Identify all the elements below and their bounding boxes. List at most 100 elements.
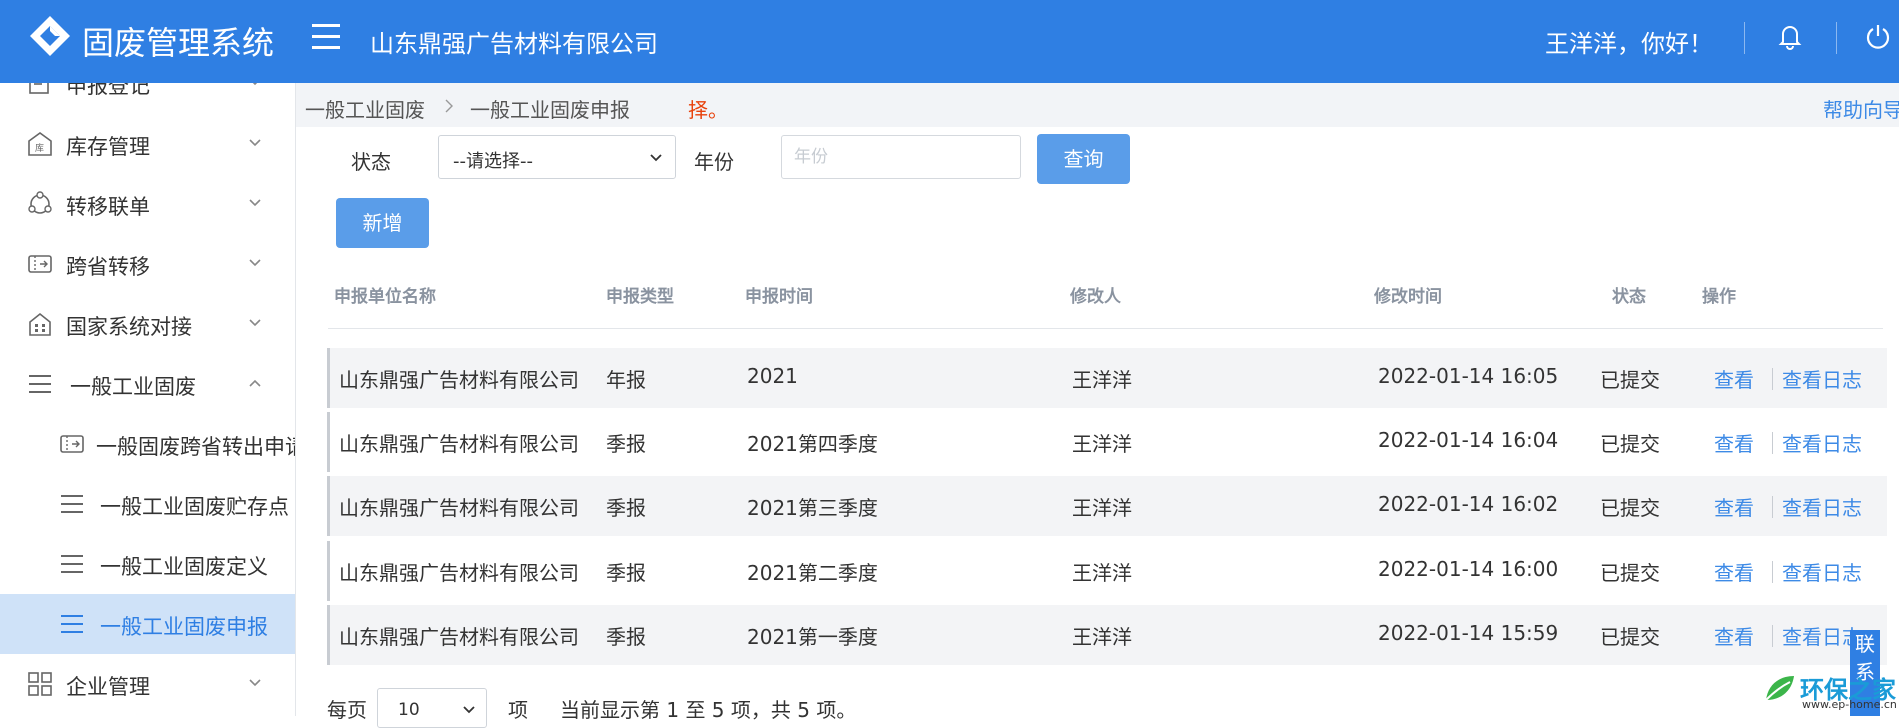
cell-modifier: 王洋洋 — [1072, 496, 1132, 520]
add-button[interactable]: 新增 — [336, 198, 429, 248]
link-divider — [1772, 496, 1773, 518]
cell-type: 年报 — [606, 368, 646, 392]
table-row: 山东鼎强广告材料有限公司 季报 2021第四季度 王洋洋 2022-01-14 … — [327, 412, 1887, 472]
sidebar-item-label: 企业管理 — [66, 675, 150, 699]
warehouse-icon: 库 — [28, 132, 52, 156]
breadcrumb: 一般工业固废 一般工业固废申报 择。 帮助向导 — [296, 83, 1899, 127]
chevron-down-icon — [249, 319, 261, 327]
sidebar-item-label: 申报登记 — [66, 83, 150, 98]
view-link[interactable]: 查看 — [1714, 364, 1754, 393]
watermark-url: www.ep-home.cn — [1802, 698, 1897, 711]
breadcrumb-item: 一般工业固废申报 — [470, 98, 630, 122]
menu-toggle-icon[interactable] — [312, 24, 340, 50]
list-icon — [61, 555, 83, 573]
view-log-link[interactable]: 查看日志 — [1782, 428, 1862, 457]
link-divider — [1772, 625, 1773, 647]
sidebar-item-definition[interactable]: 一般工业固废定义 — [0, 534, 295, 594]
sidebar-item-national-system[interactable]: 国家系统对接 — [0, 294, 295, 354]
sidebar-item-storage-point[interactable]: 一般工业固废贮存点 — [0, 474, 295, 534]
header-divider — [1744, 22, 1745, 54]
cell-modified-time: 2022-01-14 16:02 — [1378, 492, 1559, 516]
per-page-value: 10 — [398, 700, 420, 720]
svg-text:库: 库 — [35, 142, 44, 154]
chevron-right-icon — [445, 99, 453, 113]
chevron-down-icon — [252, 83, 258, 86]
chevron-down-icon — [249, 199, 261, 207]
view-link[interactable]: 查看 — [1714, 428, 1754, 457]
sidebar-item-label: 一般工业固废定义 — [100, 555, 268, 579]
status-select[interactable]: --请选择-- — [438, 135, 676, 179]
list-icon — [61, 495, 83, 513]
sidebar-item-label: 一般工业固废申报 — [100, 615, 268, 639]
form-icon — [29, 83, 49, 94]
query-button[interactable]: 查询 — [1037, 134, 1130, 184]
column-header: 修改时间 — [1374, 287, 1442, 307]
sidebar-item-label: 库存管理 — [66, 135, 150, 159]
cell-period: 2021第四季度 — [747, 432, 878, 456]
table-row: 山东鼎强广告材料有限公司 季报 2021第二季度 王洋洋 2022-01-14 … — [327, 541, 1887, 601]
per-page-select[interactable]: 10 — [377, 688, 487, 728]
view-link[interactable]: 查看 — [1714, 621, 1754, 650]
column-header: 修改人 — [1070, 287, 1121, 307]
cell-modifier: 王洋洋 — [1072, 625, 1132, 649]
link-divider — [1772, 561, 1773, 583]
table-row: 山东鼎强广告材料有限公司 年报 2021 王洋洋 2022-01-14 16:0… — [327, 348, 1887, 408]
table-row: 山东鼎强广告材料有限公司 季报 2021第一季度 王洋洋 2022-01-14 … — [327, 605, 1887, 665]
status-badge: 已提交 — [1600, 496, 1660, 520]
view-log-link[interactable]: 查看日志 — [1782, 557, 1862, 586]
link-divider — [1772, 432, 1773, 454]
cell-modified-time: 2022-01-14 16:05 — [1378, 364, 1559, 388]
chevron-down-icon — [249, 679, 261, 687]
page-summary: 当前显示第 1 至 5 项，共 5 项。 — [560, 698, 857, 722]
sidebar-item-label: 转移联单 — [66, 195, 150, 219]
leaf-logo-icon — [1765, 676, 1794, 701]
cell-period: 2021 — [747, 364, 798, 388]
sidebar-item-label: 一般工业固废 — [70, 375, 196, 399]
status-badge: 已提交 — [1600, 432, 1660, 456]
company-name: 山东鼎强广告材料有限公司 — [370, 30, 658, 58]
sidebar-item-general-industrial-waste[interactable]: 一般工业固废 — [0, 354, 295, 414]
status-badge: 已提交 — [1600, 625, 1660, 649]
user-greeting: 王洋洋，你好！ — [1545, 30, 1713, 58]
column-header: 申报单位名称 — [334, 287, 436, 307]
grid-icon — [28, 672, 52, 696]
column-header: 申报类型 — [606, 287, 674, 307]
year-filter-label: 年份 — [694, 150, 734, 174]
cell-unit: 山东鼎强广告材料有限公司 — [339, 368, 579, 392]
cell-modifier: 王洋洋 — [1072, 368, 1132, 392]
cell-type: 季报 — [606, 496, 646, 520]
table-header: 申报单位名称 申报类型 申报时间 修改人 修改时间 状态 操作 — [328, 282, 1883, 329]
view-link[interactable]: 查看 — [1714, 557, 1754, 586]
sidebar-item-inventory[interactable]: 库 库存管理 — [0, 114, 295, 174]
view-log-link[interactable]: 查看日志 — [1782, 492, 1862, 521]
bell-icon[interactable] — [1776, 22, 1804, 50]
breadcrumb-item[interactable]: 一般工业固废 — [305, 94, 425, 123]
status-badge: 已提交 — [1600, 368, 1660, 392]
cell-period: 2021第三季度 — [747, 496, 878, 520]
sidebar-item-label: 跨省转移 — [66, 255, 150, 279]
sidebar-item-declaration[interactable]: 申报登记 — [0, 83, 295, 113]
power-icon[interactable] — [1864, 22, 1892, 50]
per-page-label: 每页 — [327, 698, 367, 722]
table-row: 山东鼎强广告材料有限公司 季报 2021第三季度 王洋洋 2022-01-14 … — [327, 476, 1887, 536]
transfer-icon — [28, 191, 52, 214]
help-guide-link[interactable]: 帮助向导 — [1823, 94, 1899, 123]
cell-unit: 山东鼎强广告材料有限公司 — [339, 561, 579, 585]
cell-modifier: 王洋洋 — [1072, 432, 1132, 456]
ticket-icon — [28, 255, 52, 273]
cell-period: 2021第一季度 — [747, 625, 878, 649]
sidebar-item-cross-province-application[interactable]: 一般固废跨省转出申请 — [0, 414, 295, 474]
view-link[interactable]: 查看 — [1714, 492, 1754, 521]
cell-modified-time: 2022-01-14 16:00 — [1378, 557, 1559, 581]
cell-type: 季报 — [606, 432, 646, 456]
chevron-down-icon — [249, 259, 261, 267]
link-divider — [1772, 368, 1773, 390]
view-log-link[interactable]: 查看日志 — [1782, 364, 1862, 393]
year-input[interactable] — [781, 135, 1021, 179]
sidebar-item-declaration-report[interactable]: 一般工业固废申报 — [0, 594, 295, 654]
sidebar-item-transfer-manifest[interactable]: 转移联单 — [0, 174, 295, 234]
sidebar-item-enterprise[interactable]: 企业管理 — [0, 654, 295, 714]
sidebar-item-cross-province[interactable]: 跨省转移 — [0, 234, 295, 294]
sidebar-item-label: 国家系统对接 — [66, 315, 192, 339]
chevron-up-icon — [249, 379, 261, 387]
